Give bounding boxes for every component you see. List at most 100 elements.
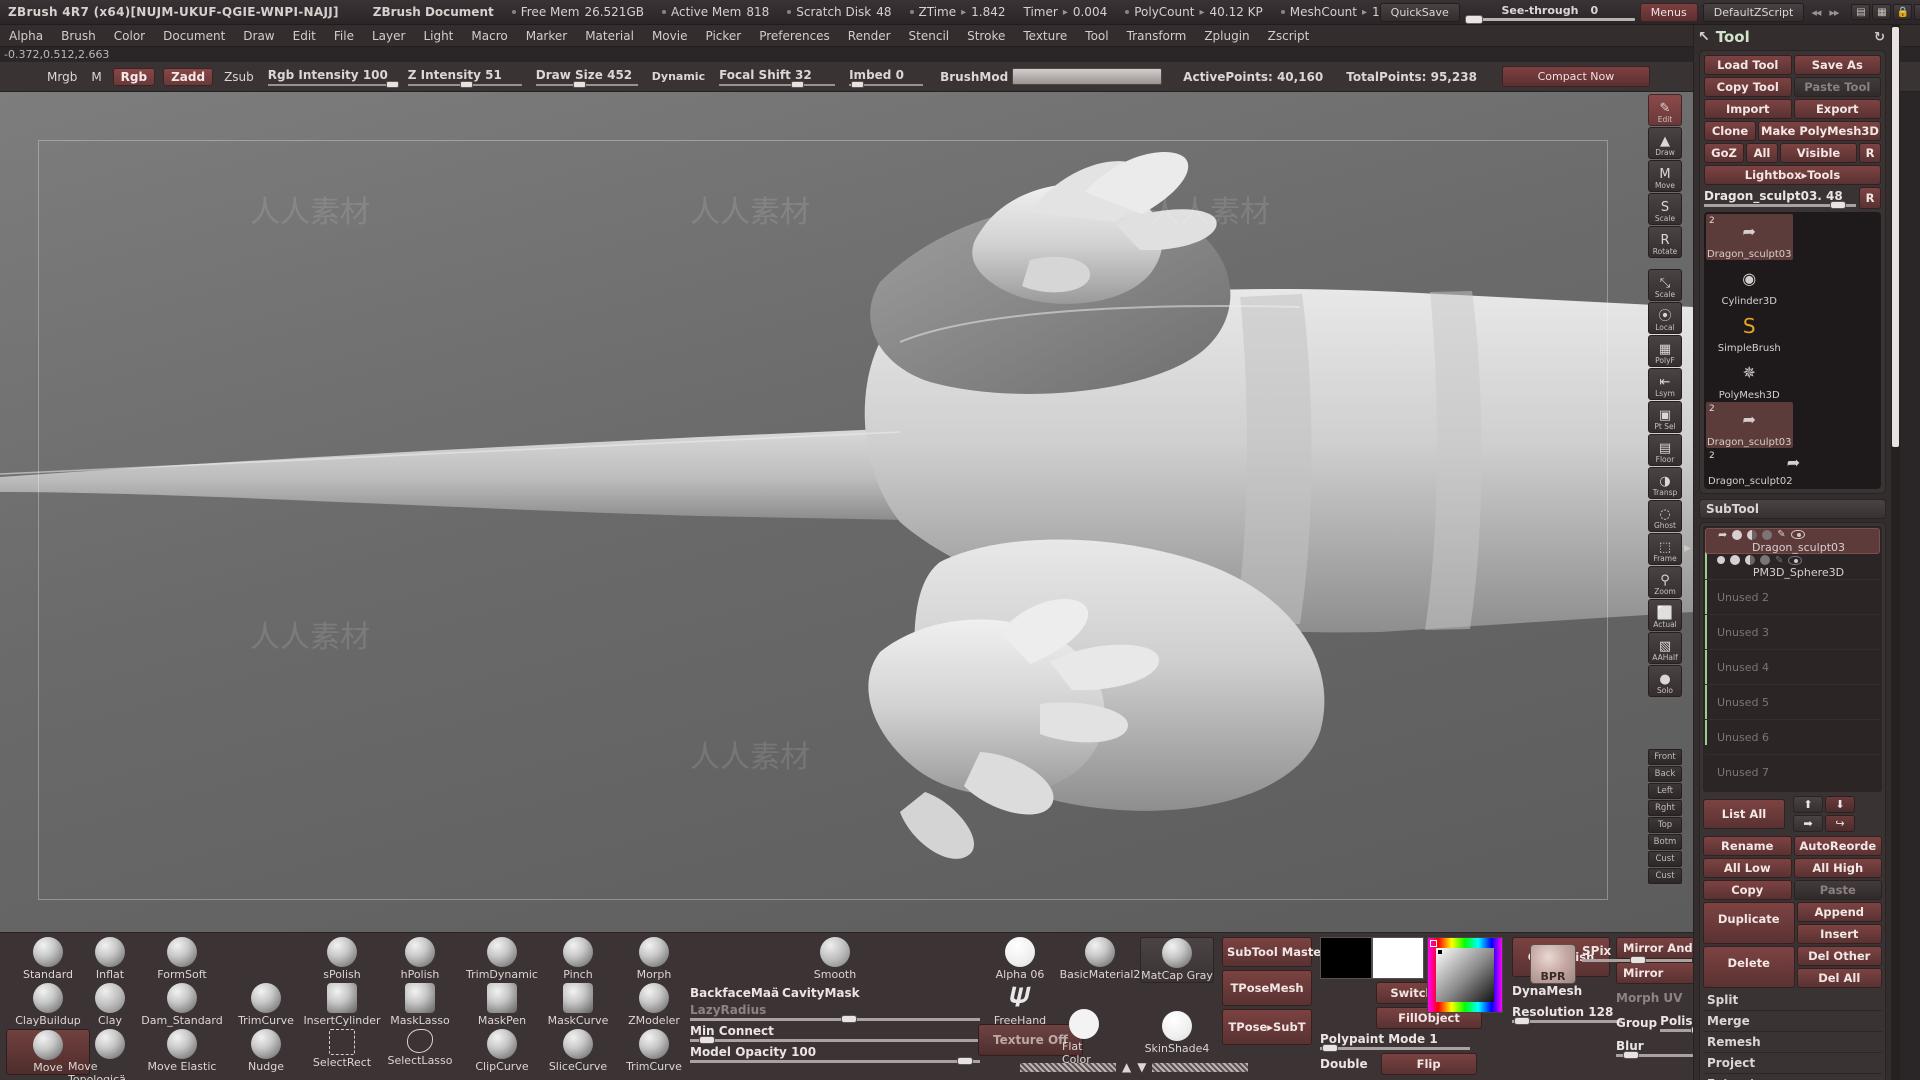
brush-selectlasso[interactable]: SelectLasso <box>378 1029 462 1067</box>
paste-subtool-button[interactable]: Paste <box>1793 880 1882 900</box>
back-arrow-icon[interactable]: ↖ <box>1698 29 1710 45</box>
subtool-row-dragon-sculpt03[interactable]: ➦ ✎ Dragon_sculpt03 <box>1705 528 1880 554</box>
make-polymesh3d-button[interactable]: Make PolyMesh3D <box>1758 121 1881 141</box>
shelf-button-transp[interactable]: ◑ Transp <box>1648 467 1682 499</box>
imbed-track[interactable] <box>849 80 924 88</box>
shelf-button-zoom[interactable]: ⚲ Zoom <box>1648 566 1682 598</box>
subtool-row-unused-5[interactable]: Unused 5 <box>1705 685 1880 720</box>
menu-item-zscript[interactable]: Zscript <box>1259 29 1319 43</box>
material-flat-color[interactable]: Flat Color <box>1062 1009 1106 1066</box>
lazy-radius-slider[interactable]: LazyRadius <box>690 1003 980 1023</box>
menu-item-brush[interactable]: Brush <box>52 29 105 43</box>
rgb-intensity-slider[interactable]: Rgb Intensity 100 <box>261 68 401 88</box>
tool-thumb-simplebrush[interactable]: S SimpleBrush <box>1706 308 1793 355</box>
panel-toggle2-icon[interactable]: ▦ <box>1872 4 1892 20</box>
minimize-button[interactable]: ▬ <box>1914 4 1920 20</box>
tpose-subt-button[interactable]: TPose▸SubT <box>1222 1009 1312 1045</box>
blur-knob[interactable] <box>1622 1051 1639 1059</box>
half-circle-icon[interactable] <box>1745 555 1755 565</box>
view-button-right[interactable]: Rght <box>1648 800 1682 816</box>
canvas-viewport[interactable]: 人人素材 人人素材 人人素材 人人素材 人人素材 <box>0 92 1693 932</box>
see-through-track[interactable] <box>1464 14 1635 24</box>
backface-mask-label[interactable]: BackfaceMaä <box>690 986 779 1000</box>
project-row[interactable]: Project <box>1703 1053 1882 1074</box>
subtool-row-pm3d-sphere3d[interactable]: ✎ PM3D_Sphere3D <box>1705 554 1880 580</box>
shelf-button-actual[interactable]: ⬜ Actual <box>1648 599 1682 631</box>
rgb-button[interactable]: Rgb <box>112 67 156 86</box>
quicksave-button[interactable]: QuickSave <box>1379 2 1460 22</box>
menu-item-color[interactable]: Color <box>105 29 154 43</box>
current-tool-slider[interactable]: Dragon_sculpt03. 48 <box>1704 189 1856 209</box>
view-button-cust2[interactable]: Cust <box>1648 868 1682 884</box>
see-through-slider[interactable]: See-through 0 <box>1464 4 1635 24</box>
spix-slider[interactable]: SPix <box>1582 944 1692 964</box>
export-button[interactable]: Export <box>1793 99 1881 119</box>
subtool-row-unused-6[interactable]: Unused 6 <box>1705 720 1880 755</box>
brush-formsoft[interactable]: FormSoft <box>140 937 224 981</box>
shelf-button-ghost[interactable]: ◌ Ghost <box>1648 500 1682 532</box>
blur-slider[interactable]: Blur <box>1616 1039 1693 1059</box>
rename-button[interactable]: Rename <box>1703 836 1792 856</box>
transparency-icon[interactable] <box>1762 529 1773 540</box>
menu-item-macro[interactable]: Macro <box>462 29 516 43</box>
current-tool-knob[interactable] <box>1830 201 1847 209</box>
dynamesh-resolution-track[interactable] <box>1512 1017 1622 1025</box>
imbed-knob[interactable] <box>850 80 864 88</box>
shelf-button-aahalf[interactable]: ▧ AAHalf <box>1648 632 1682 664</box>
brushmod-control[interactable]: BrushMod <box>930 68 1169 85</box>
move-out-button[interactable]: ➡ <box>1793 815 1823 832</box>
remesh-row[interactable]: Remesh <box>1703 1032 1882 1053</box>
z-intensity-knob[interactable] <box>460 80 474 88</box>
rgb-intensity-track[interactable] <box>267 80 400 88</box>
tool-thumb-dragon-sculpt02[interactable]: 2 ➦ Dragon_sculpt02 <box>1706 449 1879 487</box>
double-label[interactable]: Double <box>1320 1057 1368 1071</box>
paint-icon[interactable]: ✎ <box>1775 555 1783 566</box>
all-button[interactable]: All <box>1746 143 1778 163</box>
all-high-button[interactable]: All High <box>1793 858 1882 878</box>
eye-icon[interactable] <box>1790 530 1805 539</box>
panel-toggle-icon[interactable]: ▤ <box>1851 4 1871 20</box>
brush-zmodeler[interactable]: ZModeler <box>612 983 696 1027</box>
polypaint-mode-knob[interactable] <box>1321 1044 1338 1052</box>
insert-button[interactable]: Insert <box>1796 924 1882 944</box>
dynamic-button[interactable]: Dynamic <box>645 70 712 83</box>
brush-insertcylinder[interactable]: InsertCylinder <box>300 983 384 1027</box>
color-picker[interactable] <box>1427 937 1503 1013</box>
subtool-row-unused-7[interactable]: Unused 7 <box>1705 755 1880 790</box>
shelf-scroll-indicator[interactable]: ▲ ▼ <box>1020 1060 1249 1074</box>
morph-uv-label[interactable]: Morph UV <box>1616 991 1693 1005</box>
menu-item-layer[interactable]: Layer <box>363 29 414 43</box>
shelf-button-local[interactable]: ⦿ Local <box>1648 302 1682 334</box>
menu-item-movie[interactable]: Movie <box>643 29 697 43</box>
subtool-row-unused-2[interactable]: Unused 2 <box>1705 580 1880 615</box>
brush-nudge[interactable]: Nudge <box>224 1029 308 1073</box>
view-button-back[interactable]: Back <box>1648 766 1682 782</box>
see-through-knob[interactable] <box>1464 14 1483 24</box>
menu-item-light[interactable]: Light <box>414 29 462 43</box>
brush-pinch[interactable]: Pinch <box>536 937 620 981</box>
chevron-right-icon[interactable]: ▸▸ <box>1827 6 1840 19</box>
brush-selectrect[interactable]: SelectRect <box>300 1029 384 1069</box>
duplicate-button[interactable]: Duplicate <box>1703 902 1795 944</box>
shelf-button-scale[interactable]: S Scale <box>1648 193 1682 225</box>
brush-hpolish[interactable]: hPolish <box>378 937 462 981</box>
dynamesh-label[interactable]: DynaMesh <box>1512 984 1610 998</box>
reset-icon[interactable]: ↻ <box>1874 30 1885 45</box>
extract-row[interactable]: Extract <box>1703 1074 1882 1080</box>
focal-shift-track[interactable] <box>719 80 836 88</box>
visibility-icon[interactable] <box>1730 555 1740 565</box>
paste-tool-button[interactable]: Paste Tool <box>1793 77 1881 97</box>
imbed-slider[interactable]: Imbed 0 <box>842 68 930 88</box>
menu-item-texture[interactable]: Texture <box>1014 29 1076 43</box>
clone-button[interactable]: Clone <box>1704 121 1756 141</box>
chevron-left-icon[interactable]: ◂◂ <box>1809 6 1822 19</box>
shelf-button-lsym[interactable]: ⇤ Lsym <box>1648 368 1682 400</box>
menu-item-tool[interactable]: Tool <box>1076 29 1117 43</box>
menu-item-file[interactable]: File <box>325 29 363 43</box>
list-all-button[interactable]: List All <box>1703 799 1785 829</box>
menu-item-material[interactable]: Material <box>576 29 643 43</box>
auto-reorder-button[interactable]: AutoReorde <box>1793 836 1882 856</box>
focal-shift-slider[interactable]: Focal Shift 32 <box>712 68 842 88</box>
brush-slicecurve[interactable]: SliceCurve <box>536 1029 620 1073</box>
dynamesh-resolution-slider[interactable]: Resolution 128 <box>1512 1005 1622 1025</box>
